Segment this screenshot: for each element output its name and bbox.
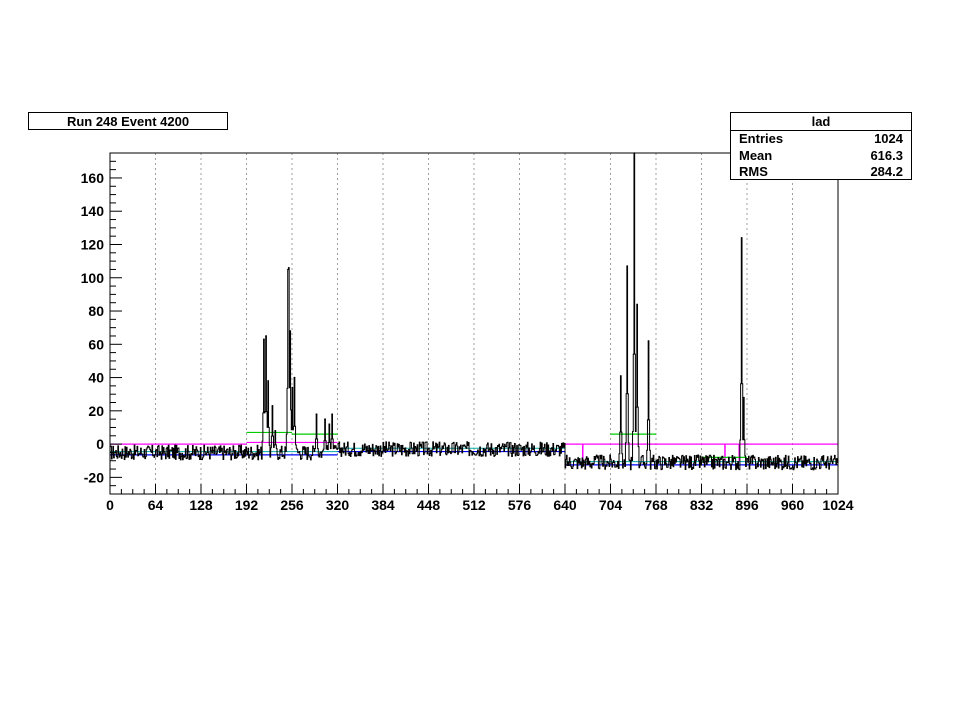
peak-point <box>324 418 326 420</box>
y-tick-label: 80 <box>88 303 104 319</box>
peak-point <box>626 265 629 267</box>
peak-point <box>331 413 333 415</box>
peak-point <box>263 338 265 341</box>
stats-value: 616.3 <box>870 147 903 163</box>
y-tick-label: 0 <box>96 436 104 452</box>
y-tick-label: 40 <box>88 370 104 386</box>
stats-value: 1024 <box>874 131 903 146</box>
x-tick-label: 0 <box>106 497 114 513</box>
x-tick-label: 128 <box>189 497 213 513</box>
y-tick-label: 60 <box>88 336 104 352</box>
x-tick-label: 256 <box>280 497 304 513</box>
stats-value: 284.2 <box>870 164 903 179</box>
peak-point <box>293 376 296 379</box>
stats-label: Entries <box>739 131 784 146</box>
peak-point <box>271 405 274 407</box>
y-tick-label: -20 <box>84 469 104 485</box>
x-tick-label: 320 <box>326 497 350 513</box>
y-tick-label: 100 <box>81 270 105 286</box>
y-tick-label: 140 <box>81 203 105 219</box>
peak-point <box>288 266 290 269</box>
x-tick-label: 512 <box>462 497 486 513</box>
x-tick-label: 1024 <box>822 497 853 513</box>
stats-row-rms: RMS 284.2 <box>731 164 911 181</box>
run-event-label: Run 248 Event 4200 <box>28 112 228 130</box>
peak-point <box>287 268 289 271</box>
stats-row-mean: Mean 616.3 <box>731 148 911 165</box>
y-tick-label: 120 <box>81 236 105 252</box>
peak-point <box>328 423 331 425</box>
x-tick-label: 640 <box>553 497 577 513</box>
histogram-canvas: 0 64 128 192 256 320 384 448 512 576 640 704 768 832 8… <box>81 152 854 513</box>
peak-point <box>743 396 745 399</box>
x-tick-label: 576 <box>508 497 532 513</box>
peak-point <box>274 429 277 432</box>
x-tick-label: 896 <box>735 497 759 513</box>
peak-point <box>647 340 650 342</box>
stats-label: RMS <box>739 164 768 179</box>
x-tick-label: 384 <box>371 497 395 513</box>
x-tick-label: 960 <box>781 497 805 513</box>
peak-point <box>265 335 267 337</box>
stats-title: lad <box>731 113 911 131</box>
y-tick-label: 160 <box>81 170 105 186</box>
peak-point <box>315 413 318 415</box>
signal-series <box>110 152 838 471</box>
x-tick-label: 192 <box>235 497 259 513</box>
x-tick-label: 64 <box>148 497 164 513</box>
axes: 0 64 128 192 256 320 384 448 512 576 640 704 768 832 8… <box>81 152 854 513</box>
stats-label: Mean <box>739 147 773 163</box>
x-tick-label: 448 <box>417 497 441 513</box>
peak-point <box>636 303 638 306</box>
stats-row-entries: Entries 1024 <box>731 131 911 148</box>
y-tick-label: 20 <box>88 403 104 419</box>
peak-point <box>289 330 292 332</box>
x-tick-label: 704 <box>599 497 623 513</box>
stats-box: lad Entries 1024 Mean 616.3 RMS 284.2 <box>730 112 912 180</box>
x-tick-label: 832 <box>690 497 714 513</box>
peak-point <box>740 237 743 239</box>
peak-point <box>620 375 622 377</box>
peak-point <box>291 386 294 389</box>
peak-point <box>267 380 269 382</box>
x-tick-label: 768 <box>644 497 668 513</box>
